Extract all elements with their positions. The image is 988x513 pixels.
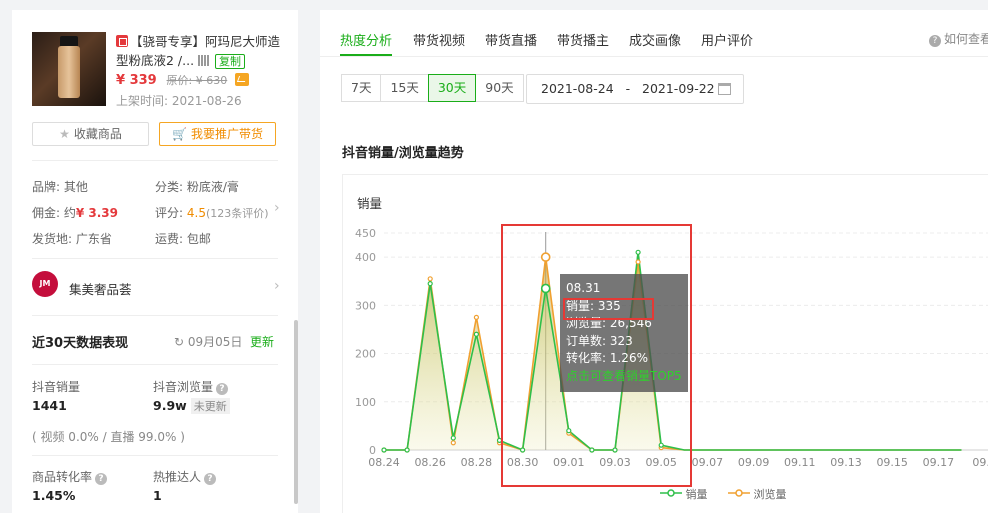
product-image[interactable]: [32, 32, 106, 106]
shipping-attr: 运费: 包邮: [155, 232, 211, 246]
douyin-views-label-row: 抖音浏览量?: [153, 378, 229, 395]
divider: [32, 258, 278, 259]
sales-point: [427, 281, 433, 287]
original-price: 原价: ¥ 630: [166, 74, 228, 87]
help-icon[interactable]: ?: [216, 383, 229, 395]
stats-date: 09月05日: [187, 335, 243, 349]
origin-attr: 发货地: 广东省: [32, 232, 112, 246]
x-tick-label: 09.11: [784, 456, 816, 469]
y-tick-label: 200: [355, 348, 376, 361]
not-updated-badge: 未更新: [190, 398, 230, 414]
x-tick-label: 09.17: [923, 456, 955, 469]
legend-sales[interactable]: 销量: [660, 486, 708, 502]
sales-point: [404, 447, 410, 453]
legend-views[interactable]: 浏览量: [728, 486, 787, 502]
y-tick-label: 100: [355, 396, 376, 409]
conversion-label: 商品转化率: [32, 470, 93, 484]
conversion-value: 1.45%: [32, 488, 76, 503]
views-point: [450, 440, 456, 446]
rating-attr[interactable]: 评分: 4.5(123条评价): [155, 204, 269, 221]
rating-count: (123条评价): [205, 207, 269, 220]
rating-label: 评分:: [155, 206, 184, 220]
shop-logo[interactable]: JM: [32, 271, 58, 297]
favorite-label: 收藏商品: [73, 127, 122, 141]
x-tick-label: 08.28: [461, 456, 493, 469]
douyin-views-row: 9.9w 未更新: [153, 398, 230, 414]
product-panel: 【骁哥专享】阿玛尼大师造型粉底液2 /... 复制 ¥ 339 原价: ¥ 63…: [12, 10, 298, 513]
douyin-views-value: 9.9w: [153, 398, 187, 413]
qr-code-icon[interactable]: [198, 55, 210, 66]
y-tick-label: 300: [355, 299, 376, 312]
x-tick-label: 08.26: [414, 456, 446, 469]
hot-influencer-value: 1: [153, 488, 162, 503]
cart-icon: 🛒: [172, 127, 187, 141]
douyin-sales-value: 1441: [32, 398, 67, 413]
douyin-sales-label: 抖音销量: [32, 380, 81, 394]
product-card: 【骁哥专享】阿玛尼大师造型粉底液2 /... 复制 ¥ 339 原价: ¥ 63…: [32, 32, 292, 118]
commission-label: 佣金: 约: [32, 206, 76, 220]
channel-split: ( 视频 0.0% / 直播 99.0% ): [32, 430, 185, 444]
refresh-icon: ↻: [174, 335, 188, 349]
rating-value: 4.5: [186, 206, 206, 220]
x-tick-label: 08.24: [368, 456, 400, 469]
analysis-panel: 热度分析 带货视频 带货直播 带货播主 成交画像 用户评价 ? 如何查看 7天 1…: [320, 10, 988, 513]
legend-views-label: 浏览量: [753, 488, 787, 501]
legend-sales-marker: [660, 489, 682, 497]
commission-attr: 佣金: 约¥ 3.39: [32, 204, 118, 221]
x-tick-label: 09.15: [876, 456, 908, 469]
views-point: [473, 314, 479, 320]
category-attr: 分类: 粉底液/膏: [155, 180, 239, 194]
x-tick-label: 09.1: [972, 456, 988, 469]
legend-views-marker: [728, 489, 750, 497]
bottle-graphic: [58, 46, 80, 98]
promote-label: 我要推广带货: [190, 127, 263, 141]
x-tick-label: 09.13: [830, 456, 862, 469]
star-icon: ★: [59, 127, 70, 141]
sales-point: [381, 447, 387, 453]
price-row: ¥ 339 原价: ¥ 630: [116, 72, 250, 88]
copy-button[interactable]: 复制: [215, 54, 246, 69]
chevron-right-icon[interactable]: ›: [274, 278, 280, 294]
divider: [32, 364, 278, 365]
shop-name[interactable]: 集美奢品荟: [69, 279, 132, 298]
divider: [32, 455, 278, 456]
views-point: [427, 276, 433, 282]
hot-influencer-label: 热推达人: [153, 470, 202, 484]
price-trend-icon[interactable]: [235, 73, 250, 86]
chevron-right-icon[interactable]: ›: [274, 200, 280, 216]
update-link[interactable]: 更新: [250, 333, 274, 350]
scrollbar[interactable]: [294, 320, 298, 504]
help-icon[interactable]: ?: [95, 473, 108, 485]
highlight-box: [501, 224, 692, 487]
y-tick-label: 450: [355, 227, 376, 240]
douyin-views-label: 抖音浏览量: [153, 380, 214, 394]
commission-value: ¥ 3.39: [75, 206, 118, 220]
legend-sales-label: 销量: [685, 488, 708, 501]
favorite-button[interactable]: ★ 收藏商品: [32, 122, 149, 146]
x-tick-label: 09.09: [738, 456, 770, 469]
y-tick-label: 400: [355, 251, 376, 264]
brand-attr: 品牌: 其他: [32, 180, 88, 194]
listed-date: 上架时间: 2021-08-26: [116, 94, 242, 108]
product-title-block[interactable]: 【骁哥专享】阿玛尼大师造型粉底液2 /... 复制: [116, 32, 292, 70]
refresh-row[interactable]: ↻ 09月05日: [174, 333, 242, 350]
conversion-label-row: 商品转化率?: [32, 468, 108, 485]
store-tag-icon: [116, 35, 128, 47]
sales-point: [473, 331, 479, 337]
promote-button[interactable]: 🛒 我要推广带货: [159, 122, 276, 146]
divider: [32, 315, 278, 316]
highlight-sales: [563, 298, 654, 320]
divider: [32, 160, 278, 161]
help-icon[interactable]: ?: [204, 473, 217, 485]
x-tick-label: 09.07: [692, 456, 724, 469]
hot-influencer-label-row: 热推达人?: [153, 468, 217, 485]
sales-point: [450, 435, 456, 441]
range-30d[interactable]: 30天: [427, 74, 477, 102]
stats-title: 近30天数据表现: [32, 336, 129, 351]
current-price: ¥ 339: [116, 73, 157, 88]
